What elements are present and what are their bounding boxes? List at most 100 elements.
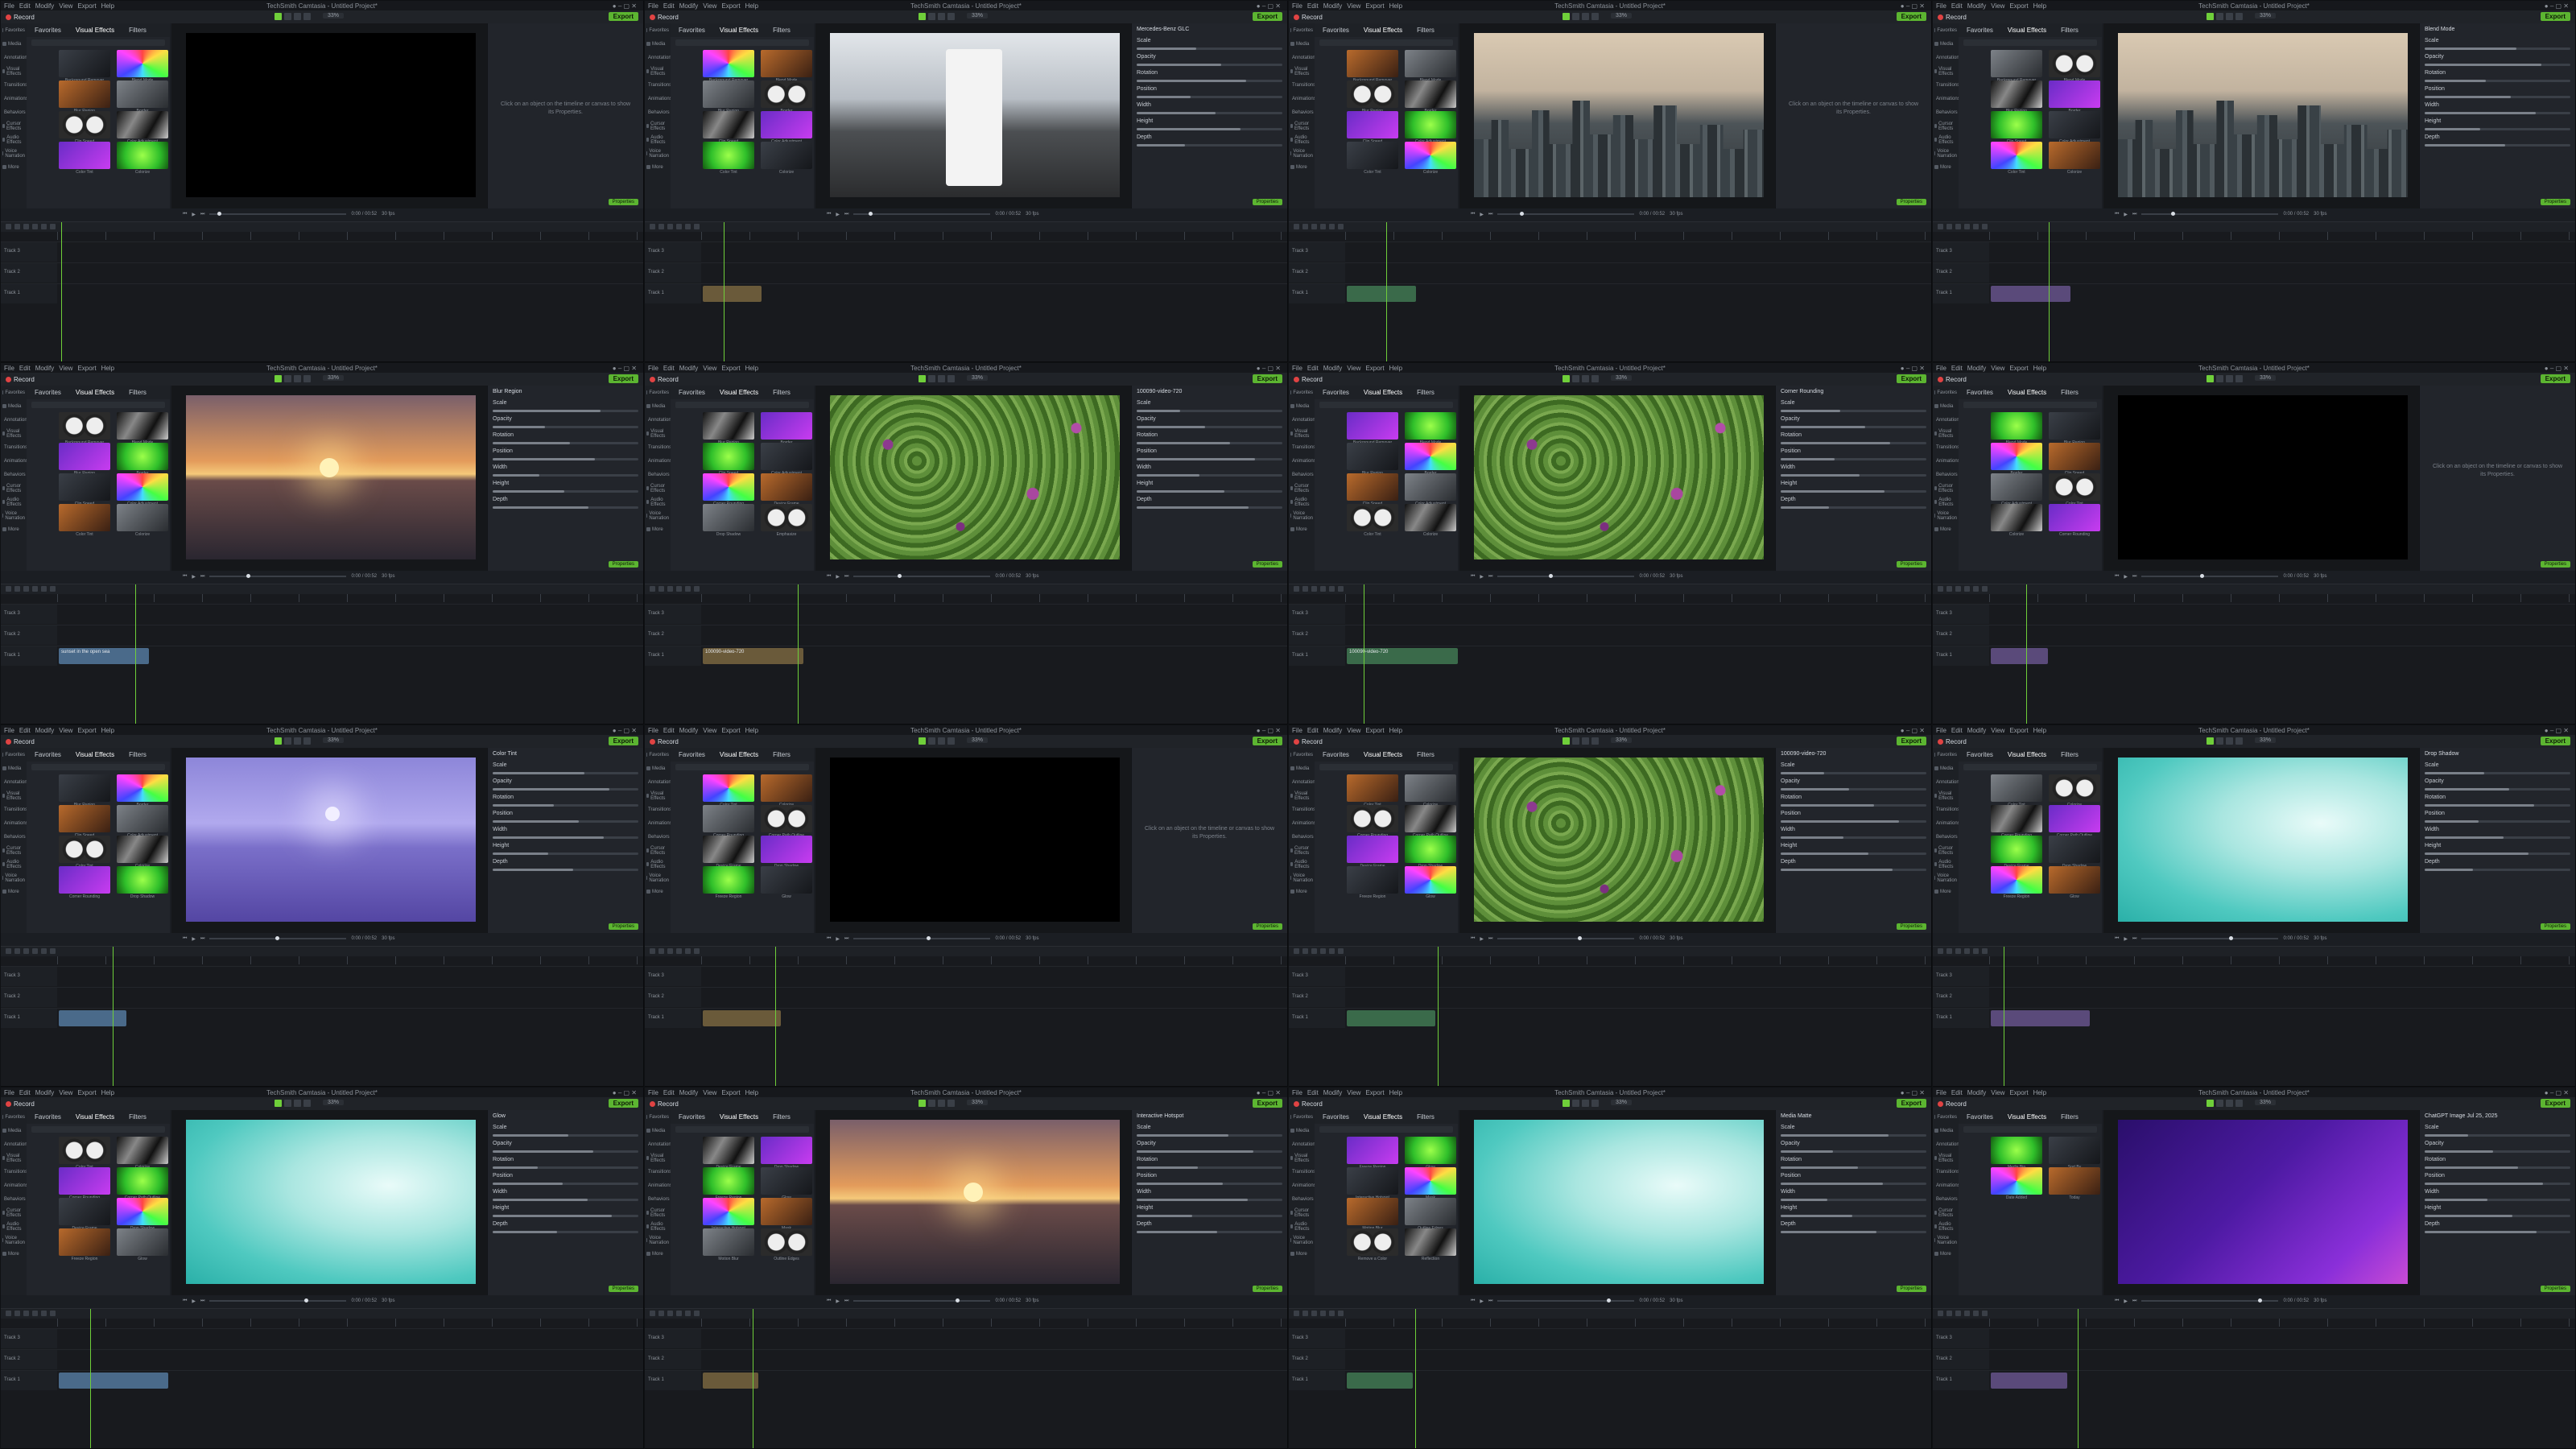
redo-icon[interactable] xyxy=(1946,948,1952,954)
menu-edit[interactable]: Edit xyxy=(1307,365,1319,372)
nav-item[interactable]: Media xyxy=(1289,399,1315,413)
nav-item[interactable]: Visual Effects xyxy=(1289,1151,1315,1165)
pan-tool-icon[interactable] xyxy=(2216,737,2223,745)
property-slider[interactable] xyxy=(1137,1150,1282,1153)
search-input[interactable] xyxy=(31,402,165,408)
nav-item[interactable]: Cursor Effects xyxy=(645,119,671,133)
play-icon[interactable]: ▶ xyxy=(192,212,196,217)
scrub-handle[interactable] xyxy=(898,574,902,578)
property-slider[interactable] xyxy=(2425,772,2570,774)
menu-view[interactable]: View xyxy=(1347,2,1360,10)
menu-edit[interactable]: Edit xyxy=(663,727,675,734)
split-icon[interactable] xyxy=(1982,948,1988,954)
cut-icon[interactable] xyxy=(1955,948,1961,954)
nav-item[interactable]: Transitions xyxy=(645,803,671,816)
nav-item[interactable]: Behaviors xyxy=(645,468,671,481)
property-row[interactable]: Width xyxy=(1776,1187,1931,1197)
nav-item[interactable]: Transitions xyxy=(1,78,27,92)
property-row[interactable]: Position xyxy=(1132,1170,1287,1181)
tab-favorites[interactable]: Favorites xyxy=(679,389,705,396)
property-row[interactable]: Scale xyxy=(488,398,643,408)
track-header[interactable]: Track 3 xyxy=(1933,242,1989,262)
tab-visual-effects[interactable]: Visual Effects xyxy=(76,1113,114,1121)
menu-file[interactable]: File xyxy=(1292,365,1302,372)
property-slider[interactable] xyxy=(2425,80,2570,82)
zoom-dropdown[interactable]: 33% xyxy=(1611,13,1633,19)
properties-button[interactable]: Properties xyxy=(608,1286,638,1292)
nav-item[interactable]: Cursor Effects xyxy=(1933,844,1959,857)
step-forward-icon[interactable]: ⏭ xyxy=(2132,212,2136,217)
nav-item[interactable]: Favorites xyxy=(1933,1110,1959,1124)
canvas-stage[interactable] xyxy=(2118,33,2408,197)
nav-item[interactable]: Favorites xyxy=(645,23,671,37)
timeline-track[interactable]: Track 2 xyxy=(1933,1349,2575,1369)
effect-thumbnail[interactable]: Glow xyxy=(117,1228,168,1261)
nav-item[interactable]: More xyxy=(1289,885,1315,898)
canvas-stage[interactable] xyxy=(186,758,476,922)
nav-item[interactable]: Cursor Effects xyxy=(645,844,671,857)
property-slider[interactable] xyxy=(1781,1199,1926,1201)
undo-icon[interactable] xyxy=(6,586,11,592)
step-back-icon[interactable]: ⏮ xyxy=(183,212,187,217)
scrub-bar[interactable] xyxy=(853,936,991,940)
menu-file[interactable]: File xyxy=(1936,365,1946,372)
undo-icon[interactable] xyxy=(6,948,11,954)
redo-icon[interactable] xyxy=(658,948,664,954)
track-header[interactable]: Track 3 xyxy=(645,1329,701,1348)
zoom-dropdown[interactable]: 33% xyxy=(1611,1100,1633,1105)
pan-tool-icon[interactable] xyxy=(1572,13,1579,20)
menu-edit[interactable]: Edit xyxy=(1951,1089,1963,1096)
pan-tool-icon[interactable] xyxy=(284,375,291,382)
property-row[interactable]: Depth xyxy=(2420,857,2575,867)
track-header[interactable]: Track 3 xyxy=(1,605,57,624)
property-slider[interactable] xyxy=(493,474,638,477)
effect-thumbnail[interactable]: Blur Region xyxy=(1991,80,2042,114)
media-clip[interactable] xyxy=(1991,1373,2067,1389)
timeline-track[interactable]: Track 1 xyxy=(1933,646,2575,666)
effect-thumbnail[interactable]: Color Adjustment xyxy=(761,111,812,144)
step-forward-icon[interactable]: ⏭ xyxy=(2132,1298,2136,1304)
record-button[interactable]: Record xyxy=(650,376,679,383)
menu-help[interactable]: Help xyxy=(101,2,114,10)
property-row[interactable]: Rotation xyxy=(488,430,643,440)
effect-thumbnail[interactable]: Clip Speed xyxy=(1347,473,1398,506)
effect-thumbnail[interactable]: Motion Blur xyxy=(703,1228,754,1261)
tab-visual-effects[interactable]: Visual Effects xyxy=(2008,389,2046,396)
effect-thumbnail[interactable]: Drop Shadow xyxy=(117,866,168,899)
tab-visual-effects[interactable]: Visual Effects xyxy=(720,27,758,34)
record-button[interactable]: Record xyxy=(1294,1100,1323,1108)
scrub-handle[interactable] xyxy=(1578,936,1583,940)
nav-item[interactable]: Voice Narration xyxy=(1289,1233,1315,1247)
scrub-handle[interactable] xyxy=(2200,574,2205,578)
playhead[interactable] xyxy=(2026,584,2027,724)
playhead[interactable] xyxy=(61,222,62,361)
undo-icon[interactable] xyxy=(6,224,11,229)
effect-thumbnail[interactable]: Freeze Region xyxy=(1347,866,1398,899)
property-slider[interactable] xyxy=(1781,820,1926,823)
media-clip[interactable] xyxy=(1347,1373,1413,1389)
nav-item[interactable]: Animations xyxy=(1289,816,1316,830)
property-row[interactable]: Height xyxy=(2420,116,2575,126)
grid-icon[interactable] xyxy=(303,737,311,745)
canvas-area[interactable] xyxy=(171,23,487,208)
track-header[interactable]: Track 1 xyxy=(1933,1371,1989,1390)
nav-item[interactable]: Animations xyxy=(645,816,672,830)
effect-thumbnail[interactable]: Background Remover xyxy=(1347,412,1398,445)
property-row[interactable]: Position xyxy=(488,808,643,819)
menu-view[interactable]: View xyxy=(59,1089,72,1096)
property-slider[interactable] xyxy=(493,788,638,791)
zoom-dropdown[interactable]: 33% xyxy=(323,375,345,381)
timeline-track[interactable]: Track 2 xyxy=(645,625,1287,645)
track-header[interactable]: Track 3 xyxy=(1933,605,1989,624)
timeline-track[interactable]: Track 2 xyxy=(645,1349,1287,1369)
play-icon[interactable]: ▶ xyxy=(192,1298,196,1304)
tab-filters[interactable]: Filters xyxy=(129,27,147,34)
split-icon[interactable] xyxy=(694,224,700,229)
timeline-track[interactable]: Track 1 xyxy=(1289,1370,1931,1390)
effect-thumbnail[interactable]: Blur Region xyxy=(1347,80,1398,114)
copy-icon[interactable] xyxy=(676,224,682,229)
redo-icon[interactable] xyxy=(1302,1311,1308,1316)
crop-tool-icon[interactable] xyxy=(2226,1100,2233,1107)
scrub-handle[interactable] xyxy=(2258,1298,2263,1302)
step-forward-icon[interactable]: ⏭ xyxy=(2132,936,2136,942)
